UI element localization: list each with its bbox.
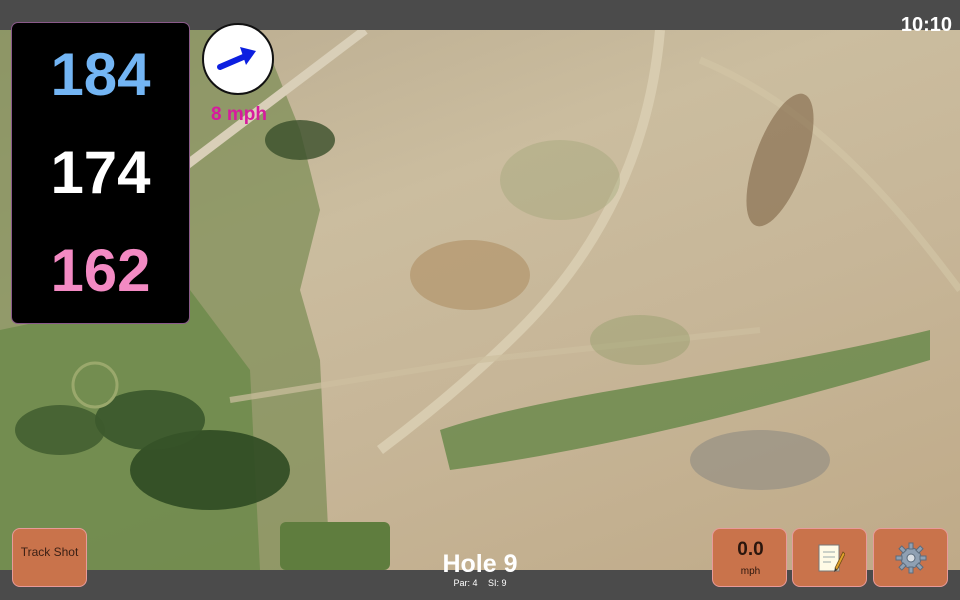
hole-info: Par: 4 SI: 9	[380, 578, 580, 588]
distance-panel: 184 174 162	[11, 22, 190, 324]
notes-button[interactable]	[792, 528, 867, 587]
hole-title: Hole 9	[442, 550, 518, 578]
track-shot-button[interactable]: Track Shot	[12, 528, 87, 587]
hole-par: Par: 4	[453, 578, 478, 588]
distance-middle: 174	[50, 139, 151, 206]
gear-icon	[895, 542, 926, 573]
notepad-icon	[818, 544, 845, 572]
distance-back: 184	[50, 41, 151, 108]
wind-direction-dial	[202, 23, 274, 95]
settings-button[interactable]	[873, 528, 948, 587]
distance-front: 162	[50, 237, 151, 304]
wind-speed-label: 8 mph	[211, 104, 267, 125]
clock-time: 10:10	[900, 14, 952, 36]
speed-unit: mph	[740, 566, 761, 577]
hole-stroke-index: SI: 9	[488, 578, 507, 588]
wind-arrow-icon	[217, 47, 256, 70]
speed-value: 0.0	[737, 539, 764, 560]
speed-button[interactable]: 0.0 mph	[712, 528, 787, 587]
